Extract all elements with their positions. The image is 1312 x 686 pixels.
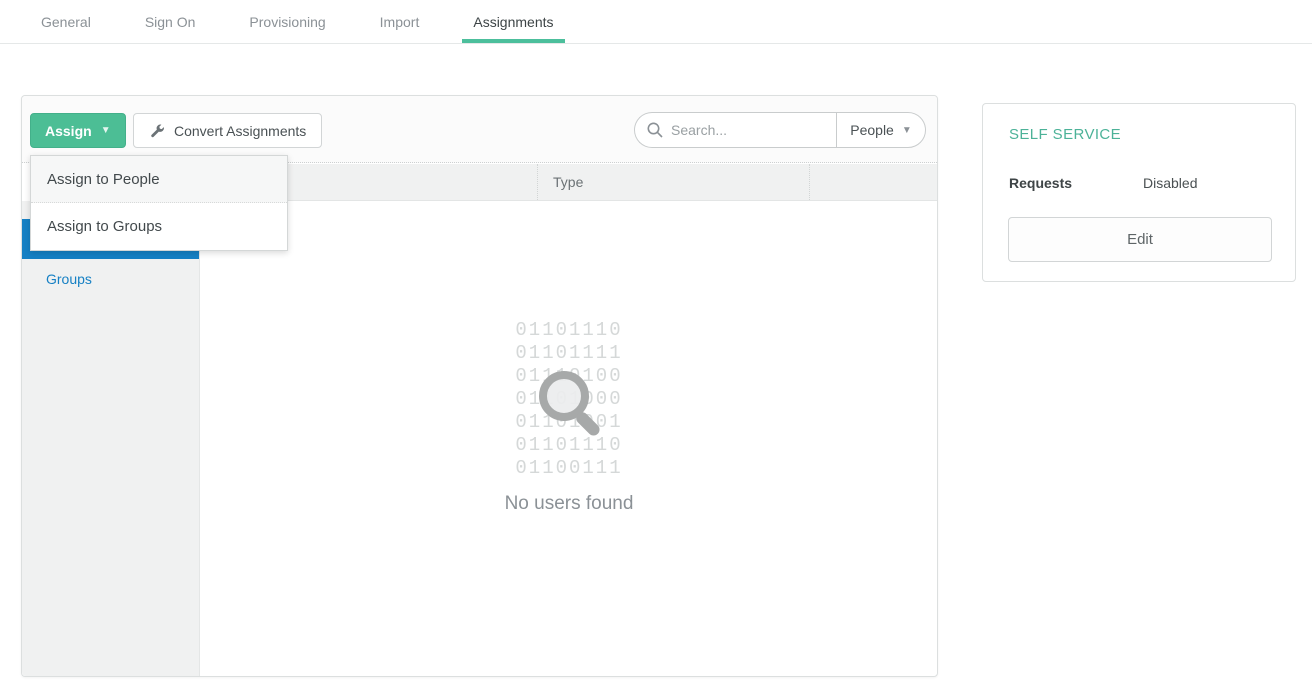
convert-assignments-label: Convert Assignments xyxy=(174,123,306,139)
sidebar-item-groups[interactable]: Groups xyxy=(22,259,199,299)
self-service-title: SELF SERVICE xyxy=(1009,126,1121,143)
type-column-header: Type xyxy=(553,164,583,201)
assignment-filter-sidebar: Groups xyxy=(22,201,200,676)
requests-status-value: Disabled xyxy=(1143,175,1197,191)
convert-assignments-button[interactable]: Convert Assignments xyxy=(133,113,322,148)
binary-line: 01101111 xyxy=(201,342,937,365)
binary-line: 01101110 xyxy=(201,434,937,457)
assignments-toolbar: Assign ▼ Convert Assignments xyxy=(22,96,937,163)
wrench-icon xyxy=(149,123,165,139)
chevron-down-icon: ▼ xyxy=(101,125,111,136)
requests-label: Requests xyxy=(1009,175,1072,191)
table-empty-body: 01101110 01101111 01110100 01101000 0110… xyxy=(201,201,937,676)
search-icon xyxy=(646,121,664,144)
app-tab-bar: General Sign On Provisioning Import Assi… xyxy=(0,0,1312,44)
assign-button[interactable]: Assign ▼ xyxy=(30,113,126,148)
chevron-down-icon: ▼ xyxy=(902,125,912,136)
app-assignments-page: General Sign On Provisioning Import Assi… xyxy=(0,0,1312,686)
edit-button[interactable]: Edit xyxy=(1008,217,1272,262)
tab-import[interactable]: Import xyxy=(369,0,431,43)
assign-dropdown-menu: Assign to People Assign to Groups xyxy=(30,155,288,251)
tab-sign-on[interactable]: Sign On xyxy=(134,0,207,43)
menu-item-assign-to-people[interactable]: Assign to People xyxy=(31,156,287,203)
tab-general[interactable]: General xyxy=(30,0,102,43)
search-box xyxy=(634,112,836,148)
search-scope-dropdown[interactable]: People ▼ xyxy=(836,112,926,148)
tab-provisioning[interactable]: Provisioning xyxy=(238,0,336,43)
column-divider xyxy=(809,164,810,200)
empty-state-message: No users found xyxy=(201,493,937,515)
search-control: People ▼ xyxy=(634,112,926,148)
table-header-row: Type xyxy=(200,164,937,201)
column-divider xyxy=(537,164,538,200)
assign-button-label: Assign xyxy=(45,123,92,139)
binary-line: 01101110 xyxy=(201,319,937,342)
search-scope-label: People xyxy=(850,122,894,138)
search-input[interactable] xyxy=(635,113,836,147)
binary-line: 01100111 xyxy=(201,457,937,480)
menu-item-assign-to-groups[interactable]: Assign to Groups xyxy=(31,203,287,250)
tab-assignments[interactable]: Assignments xyxy=(462,0,564,43)
self-service-panel: SELF SERVICE Requests Disabled Edit xyxy=(982,103,1296,282)
